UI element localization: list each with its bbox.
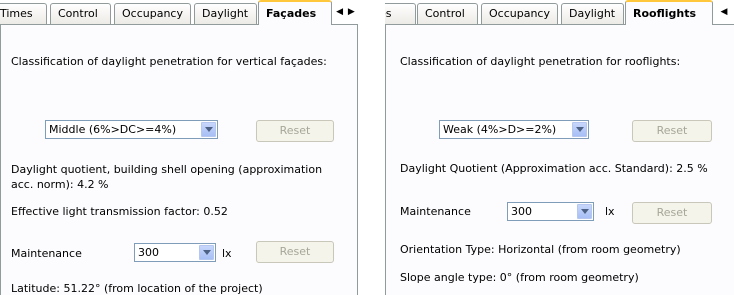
slope-angle-text: Slope angle type: 0° (from room geometry… (400, 271, 639, 284)
tab-control[interactable]: Control (50, 3, 111, 24)
tab-scroll-arrows-icon[interactable]: ◀ (715, 2, 734, 22)
reset-button[interactable]: Reset (256, 120, 334, 142)
tab-control[interactable]: Control (417, 3, 478, 24)
chevron-down-icon[interactable] (577, 204, 592, 219)
maintenance-label: Maintenance (400, 205, 471, 218)
rooflights-content: Classification of daylight penetration f… (385, 24, 734, 295)
daylight-penetration-value: Middle (6%>DC>=4%) (49, 123, 177, 136)
reset-button[interactable]: Reset (632, 120, 712, 142)
chevron-down-icon[interactable] (199, 245, 214, 260)
maintenance-select[interactable]: 300 (507, 202, 594, 221)
tab-daylight[interactable]: Daylight (561, 3, 624, 24)
tab-strip: es Control Occupancy Daylight Rooflights… (385, 0, 734, 25)
facades-panel: Times Control Occupancy Daylight Façades… (0, 0, 358, 295)
transmission-factor-text: Effective light transmission factor: 0.5… (11, 205, 228, 218)
lux-unit-label: lx (222, 247, 232, 260)
tab-times[interactable]: Times (0, 3, 47, 24)
maintenance-label: Maintenance (11, 247, 82, 260)
tab-daylight[interactable]: Daylight (194, 3, 257, 24)
tab-occupancy[interactable]: Occupancy (114, 3, 191, 24)
facades-heading: Classification of daylight penetration f… (11, 55, 327, 68)
daylight-quotient-text: Daylight quotient, building shell openin… (11, 163, 323, 191)
lux-unit-label: lx (605, 205, 615, 218)
maintenance-value: 300 (511, 205, 532, 218)
chevron-down-icon[interactable] (201, 122, 216, 137)
tab-rooflights[interactable]: Rooflights (625, 0, 713, 25)
tab-times[interactable]: es (385, 3, 416, 24)
maintenance-value: 300 (138, 246, 159, 259)
maintenance-select[interactable]: 300 (134, 243, 216, 262)
daylight-quotient-text: Daylight Quotient (Approximation acc. St… (400, 162, 708, 175)
tab-strip: Times Control Occupancy Daylight Façades… (0, 0, 358, 25)
maintenance-reset-button[interactable]: Reset (256, 241, 334, 263)
maintenance-reset-button[interactable]: Reset (632, 202, 712, 224)
tab-facades[interactable]: Façades (258, 0, 332, 25)
daylight-penetration-select[interactable]: Middle (6%>DC>=4%) (45, 120, 218, 139)
orientation-type-text: Orientation Type: Horizontal (from room … (400, 243, 681, 256)
daylight-penetration-value: Weak (4%>D>=2%) (443, 123, 557, 136)
rooflights-panel: es Control Occupancy Daylight Rooflights… (385, 0, 734, 295)
tab-scroll-arrows-icon[interactable]: ◀ ▶ (334, 2, 358, 22)
tab-occupancy[interactable]: Occupancy (481, 3, 558, 24)
facades-content: Classification of daylight penetration f… (0, 24, 358, 295)
chevron-down-icon[interactable] (572, 122, 587, 137)
latitude-text: Latitude: 51.22° (from location of the p… (11, 282, 263, 295)
daylight-penetration-select[interactable]: Weak (4%>D>=2%) (439, 120, 589, 139)
rooflights-heading: Classification of daylight penetration f… (400, 55, 681, 68)
